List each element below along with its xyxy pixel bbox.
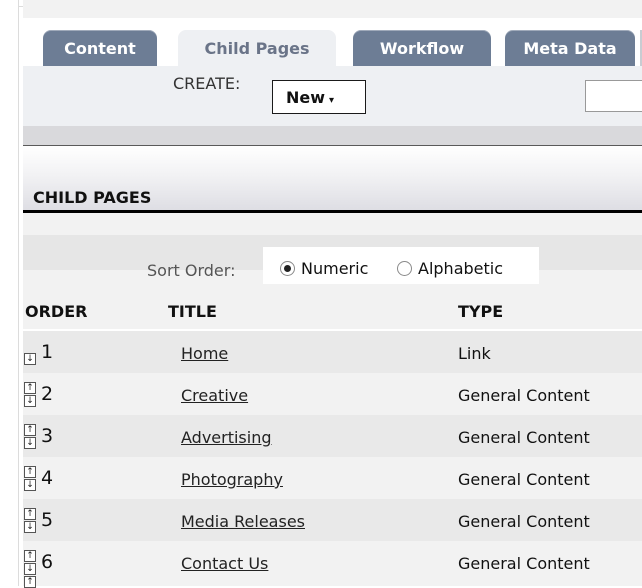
- row-type: General Content: [458, 428, 590, 447]
- tab-strip: Content Child Pages Workflow Meta Data: [23, 18, 642, 66]
- table-row: ↑ ↓ ↑ 6 Contact Us General Content: [23, 541, 642, 588]
- tab-child-pages[interactable]: Child Pages: [178, 30, 336, 66]
- move-down-icon[interactable]: ↓: [24, 521, 36, 533]
- row-order: 2: [41, 383, 54, 405]
- section-title: CHILD PAGES: [33, 188, 152, 207]
- move-down-icon[interactable]: ↓: [24, 479, 36, 491]
- row-title-link[interactable]: Media Releases: [181, 512, 305, 531]
- move-up-icon[interactable]: ↑: [24, 550, 36, 562]
- create-toolbar: CREATE: New ▾: [23, 66, 642, 126]
- move-down-icon[interactable]: ↓: [24, 437, 36, 449]
- toolbar-input[interactable]: [585, 80, 642, 112]
- radio-numeric-label: Numeric: [301, 259, 369, 278]
- row-order: 4: [41, 467, 54, 489]
- row-title-link[interactable]: Creative: [181, 386, 248, 405]
- column-header-title: TITLE: [168, 302, 217, 321]
- row-move-controls: ↑ ↓: [24, 508, 36, 533]
- toolbar-divider: [23, 126, 642, 145]
- sort-alphabetic-option[interactable]: Alphabetic: [397, 259, 503, 278]
- row-order: 3: [41, 425, 54, 447]
- row-move-controls: ↑ ↓ ↑: [24, 550, 36, 588]
- table-row: ↑ ↓ 2 Creative General Content: [23, 373, 642, 415]
- table-row: ↑ ↓ 4 Photography General Content: [23, 457, 642, 499]
- row-title-link[interactable]: Advertising: [181, 428, 272, 447]
- new-button-label: New: [286, 87, 326, 107]
- radio-alphabetic[interactable]: [397, 261, 412, 276]
- chevron-down-icon: ▾: [329, 94, 335, 106]
- sort-numeric-option[interactable]: Numeric: [280, 259, 368, 278]
- row-type: Link: [458, 344, 491, 363]
- row-order: 6: [41, 551, 54, 573]
- create-label: CREATE:: [173, 74, 241, 93]
- row-move-controls: ↑ ↓: [24, 466, 36, 491]
- editor-panel: Content Child Pages Workflow Meta Data C…: [23, 0, 642, 588]
- move-up-icon[interactable]: ↑: [24, 466, 36, 478]
- row-type: General Content: [458, 386, 590, 405]
- tab-workflow[interactable]: Workflow: [353, 30, 491, 66]
- move-down-icon[interactable]: ↓: [24, 353, 36, 365]
- row-move-controls: ↑ ↓: [24, 424, 36, 449]
- row-type: General Content: [458, 470, 590, 489]
- move-up-icon[interactable]: ↑: [24, 508, 36, 520]
- row-title-link[interactable]: Photography: [181, 470, 283, 489]
- table-row: ↓ 1 Home Link: [23, 331, 642, 373]
- move-down-icon[interactable]: ↓: [24, 395, 36, 407]
- row-title-link[interactable]: Home: [181, 344, 228, 363]
- row-order: 1: [41, 341, 54, 363]
- table-row: ↑ ↓ 3 Advertising General Content: [23, 415, 642, 457]
- new-dropdown-button[interactable]: New ▾: [272, 80, 366, 114]
- move-up-icon[interactable]: ↑: [24, 424, 36, 436]
- tab-meta-data[interactable]: Meta Data: [505, 30, 635, 66]
- move-up-icon[interactable]: ↑: [24, 382, 36, 394]
- row-order: 5: [41, 509, 54, 531]
- row-type: General Content: [458, 512, 590, 531]
- table-row: ↑ ↓ 5 Media Releases General Content: [23, 499, 642, 541]
- tab-content[interactable]: Content: [43, 30, 157, 66]
- move-up-icon[interactable]: ↑: [24, 576, 36, 588]
- move-down-icon[interactable]: ↓: [24, 563, 36, 575]
- row-move-controls: ↑ ↓: [24, 382, 36, 407]
- frame-left-border: [18, 0, 19, 586]
- row-type: General Content: [458, 554, 590, 573]
- radio-numeric[interactable]: [280, 261, 295, 276]
- row-move-controls: ↓: [24, 353, 36, 365]
- sort-order-row: Sort Order: Numeric Alphabetic: [23, 235, 642, 284]
- sort-order-label: Sort Order:: [147, 261, 236, 280]
- section-header: CHILD PAGES: [23, 145, 642, 210]
- column-header-type: TYPE: [458, 302, 504, 321]
- spacer-strip: [23, 213, 642, 235]
- row-title-link[interactable]: Contact Us: [181, 554, 268, 573]
- column-header-order: ORDER: [25, 302, 88, 321]
- radio-alphabetic-label: Alphabetic: [418, 259, 504, 278]
